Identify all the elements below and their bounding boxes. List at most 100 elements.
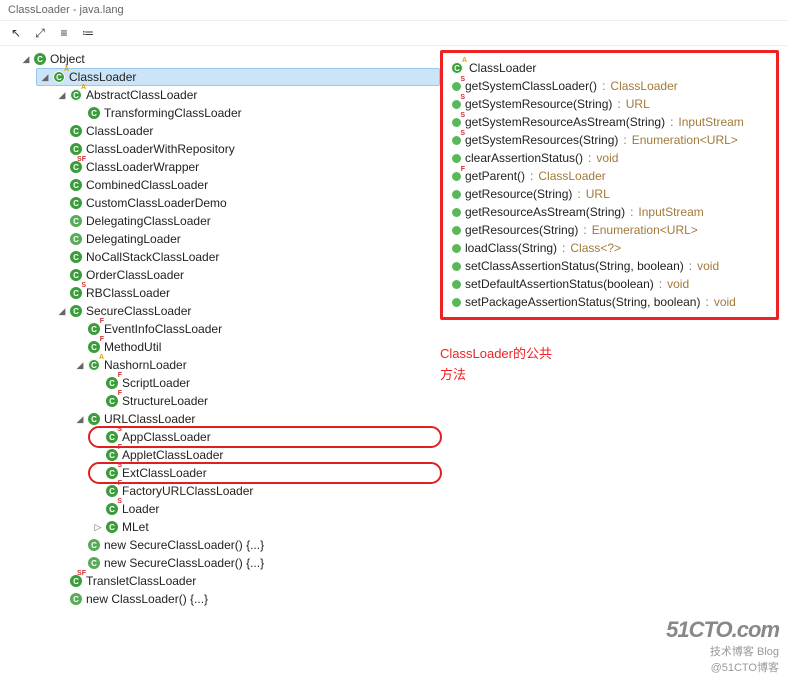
expander-icon[interactable]: ◢ (39, 72, 51, 83)
separator: : (530, 169, 533, 183)
tree-item[interactable]: ◢CObject (18, 50, 440, 68)
member-item[interactable]: setPackageAssertionStatus(String, boolea… (449, 293, 770, 311)
tree-item[interactable]: CFEventInfoClassLoader (72, 320, 440, 338)
class-icon: C (68, 267, 84, 283)
tree-item[interactable]: CSFClassLoaderWrapper (54, 158, 440, 176)
class-icon: CS (104, 429, 120, 445)
tree-item-label: Loader (122, 502, 159, 516)
member-item[interactable]: FgetParent():ClassLoader (449, 167, 770, 185)
tree-item-label: new SecureClassLoader() {...} (104, 556, 264, 570)
tree-item[interactable]: CFFactoryURLClassLoader (90, 482, 440, 500)
tree-item[interactable]: ◢CANashornLoader (72, 356, 440, 374)
tree-item[interactable]: CSLoader (90, 500, 440, 518)
member-item[interactable]: SgetSystemResources(String):Enumeration<… (449, 131, 770, 149)
tree-item[interactable]: CNoCallStackClassLoader (54, 248, 440, 266)
expander-icon[interactable]: ◢ (74, 360, 86, 371)
member-signature: getResourceAsStream(String) (465, 205, 625, 219)
tree-item-label: CustomClassLoaderDemo (86, 196, 227, 210)
member-signature: getResources(String) (465, 223, 578, 237)
tree-item-label: NoCallStackClassLoader (86, 250, 219, 264)
class-icon: CF (104, 375, 120, 391)
members-header-label: ClassLoader (469, 61, 536, 75)
abs-icon: CA (86, 357, 102, 373)
method-icon (449, 295, 463, 309)
tree-item[interactable]: CSFTransletClassLoader (54, 572, 440, 590)
tree-item[interactable]: CClassLoader (54, 122, 440, 140)
tree-item[interactable]: CFAppletClassLoader (90, 446, 440, 464)
tree-item[interactable]: CFStructureLoader (90, 392, 440, 410)
tree-item-label: AbstractClassLoader (86, 88, 197, 102)
tree-item[interactable]: Cnew SecureClassLoader() {...} (72, 536, 440, 554)
member-signature: getSystemResource(String) (465, 97, 612, 111)
tree-item[interactable]: ▷CMLet (90, 518, 440, 536)
member-item[interactable]: getResourceAsStream(String):InputStream (449, 203, 770, 221)
tree-item[interactable]: CDelegatingClassLoader (54, 212, 440, 230)
tree-item-label: ExtClassLoader (122, 466, 207, 480)
anon-icon: C (68, 231, 84, 247)
member-return-type: ClassLoader (538, 169, 605, 183)
member-item[interactable]: setClassAssertionStatus(String, boolean)… (449, 257, 770, 275)
tree-item-label: NashornLoader (104, 358, 187, 372)
tree-item-label: AppletClassLoader (122, 448, 223, 462)
hierarchy-tree: ◢CObject◢CAClassLoader◢CAAbstractClassLo… (0, 46, 440, 612)
tree-item[interactable]: CCustomClassLoaderDemo (54, 194, 440, 212)
tree-item[interactable]: Cnew ClassLoader() {...} (54, 590, 440, 608)
tree-item[interactable]: CSAppClassLoader (90, 428, 440, 446)
expander-icon[interactable]: ◢ (20, 54, 32, 65)
tree-item-label: DelegatingLoader (86, 232, 181, 246)
tree-item[interactable]: ◢CAClassLoader (36, 68, 440, 86)
tree-item[interactable]: CCombinedClassLoader (54, 176, 440, 194)
class-icon: CF (86, 321, 102, 337)
method-icon (449, 277, 463, 291)
anon-icon: C (86, 555, 102, 571)
member-signature: getSystemResourceAsStream(String) (465, 115, 665, 129)
tree-item[interactable]: ◢CAAbstractClassLoader (54, 86, 440, 104)
tree-item-label: TransletClassLoader (86, 574, 196, 588)
tb-layout-icon[interactable]: ≡ (54, 23, 74, 43)
tb-view-icon[interactable]: ≔ (78, 23, 98, 43)
class-icon: C (32, 51, 48, 67)
member-item[interactable]: getResource(String):URL (449, 185, 770, 203)
tree-item[interactable]: CDelegatingLoader (54, 230, 440, 248)
tb-focus-icon[interactable]: ↖ (6, 23, 26, 43)
tree-item[interactable]: CTransformingClassLoader (72, 104, 440, 122)
member-return-type: Enumeration<URL> (592, 223, 698, 237)
class-icon: C (68, 141, 84, 157)
tree-item[interactable]: CSRBClassLoader (54, 284, 440, 302)
tree-item-label: DelegatingClassLoader (86, 214, 211, 228)
tree-item[interactable]: Cnew SecureClassLoader() {...} (72, 554, 440, 572)
expander-icon[interactable]: ◢ (56, 306, 68, 317)
expander-icon[interactable]: ▷ (92, 522, 104, 533)
expander-icon[interactable]: ◢ (56, 90, 68, 101)
tree-item[interactable]: CFScriptLoader (90, 374, 440, 392)
tree-item-label: new ClassLoader() {...} (86, 592, 208, 606)
separator: : (602, 79, 605, 93)
separator: : (670, 115, 673, 129)
class-icon: C (68, 249, 84, 265)
expander-icon[interactable]: ◢ (74, 414, 86, 425)
member-return-type: void (714, 295, 736, 309)
tree-item[interactable]: ◢CURLClassLoader (72, 410, 440, 428)
member-item[interactable]: setDefaultAssertionStatus(boolean):void (449, 275, 770, 293)
separator: : (659, 277, 662, 291)
member-item[interactable]: SgetSystemResource(String):URL (449, 95, 770, 113)
member-item[interactable]: SgetSystemResourceAsStream(String):Input… (449, 113, 770, 131)
class-icon: CF (104, 483, 120, 499)
anon-icon: C (68, 591, 84, 607)
tree-item[interactable]: CSExtClassLoader (90, 464, 440, 482)
class-icon: CSF (68, 573, 84, 589)
member-item[interactable]: SgetSystemClassLoader():ClassLoader (449, 77, 770, 95)
member-item[interactable]: getResources(String):Enumeration<URL> (449, 221, 770, 239)
tree-item[interactable]: COrderClassLoader (54, 266, 440, 284)
tree-item[interactable]: ◢CSecureClassLoader (54, 302, 440, 320)
tree-item[interactable]: CFMethodUtil (72, 338, 440, 356)
tb-history-icon[interactable]: ⤢ (30, 23, 50, 43)
member-item[interactable]: clearAssertionStatus():void (449, 149, 770, 167)
member-signature: getSystemClassLoader() (465, 79, 597, 93)
tree-item-label: new SecureClassLoader() {...} (104, 538, 264, 552)
member-signature: clearAssertionStatus() (465, 151, 583, 165)
anon-icon: C (68, 213, 84, 229)
member-return-type: Class<?> (570, 241, 621, 255)
member-item[interactable]: loadClass(String):Class<?> (449, 239, 770, 257)
tree-item[interactable]: CClassLoaderWithRepository (54, 140, 440, 158)
